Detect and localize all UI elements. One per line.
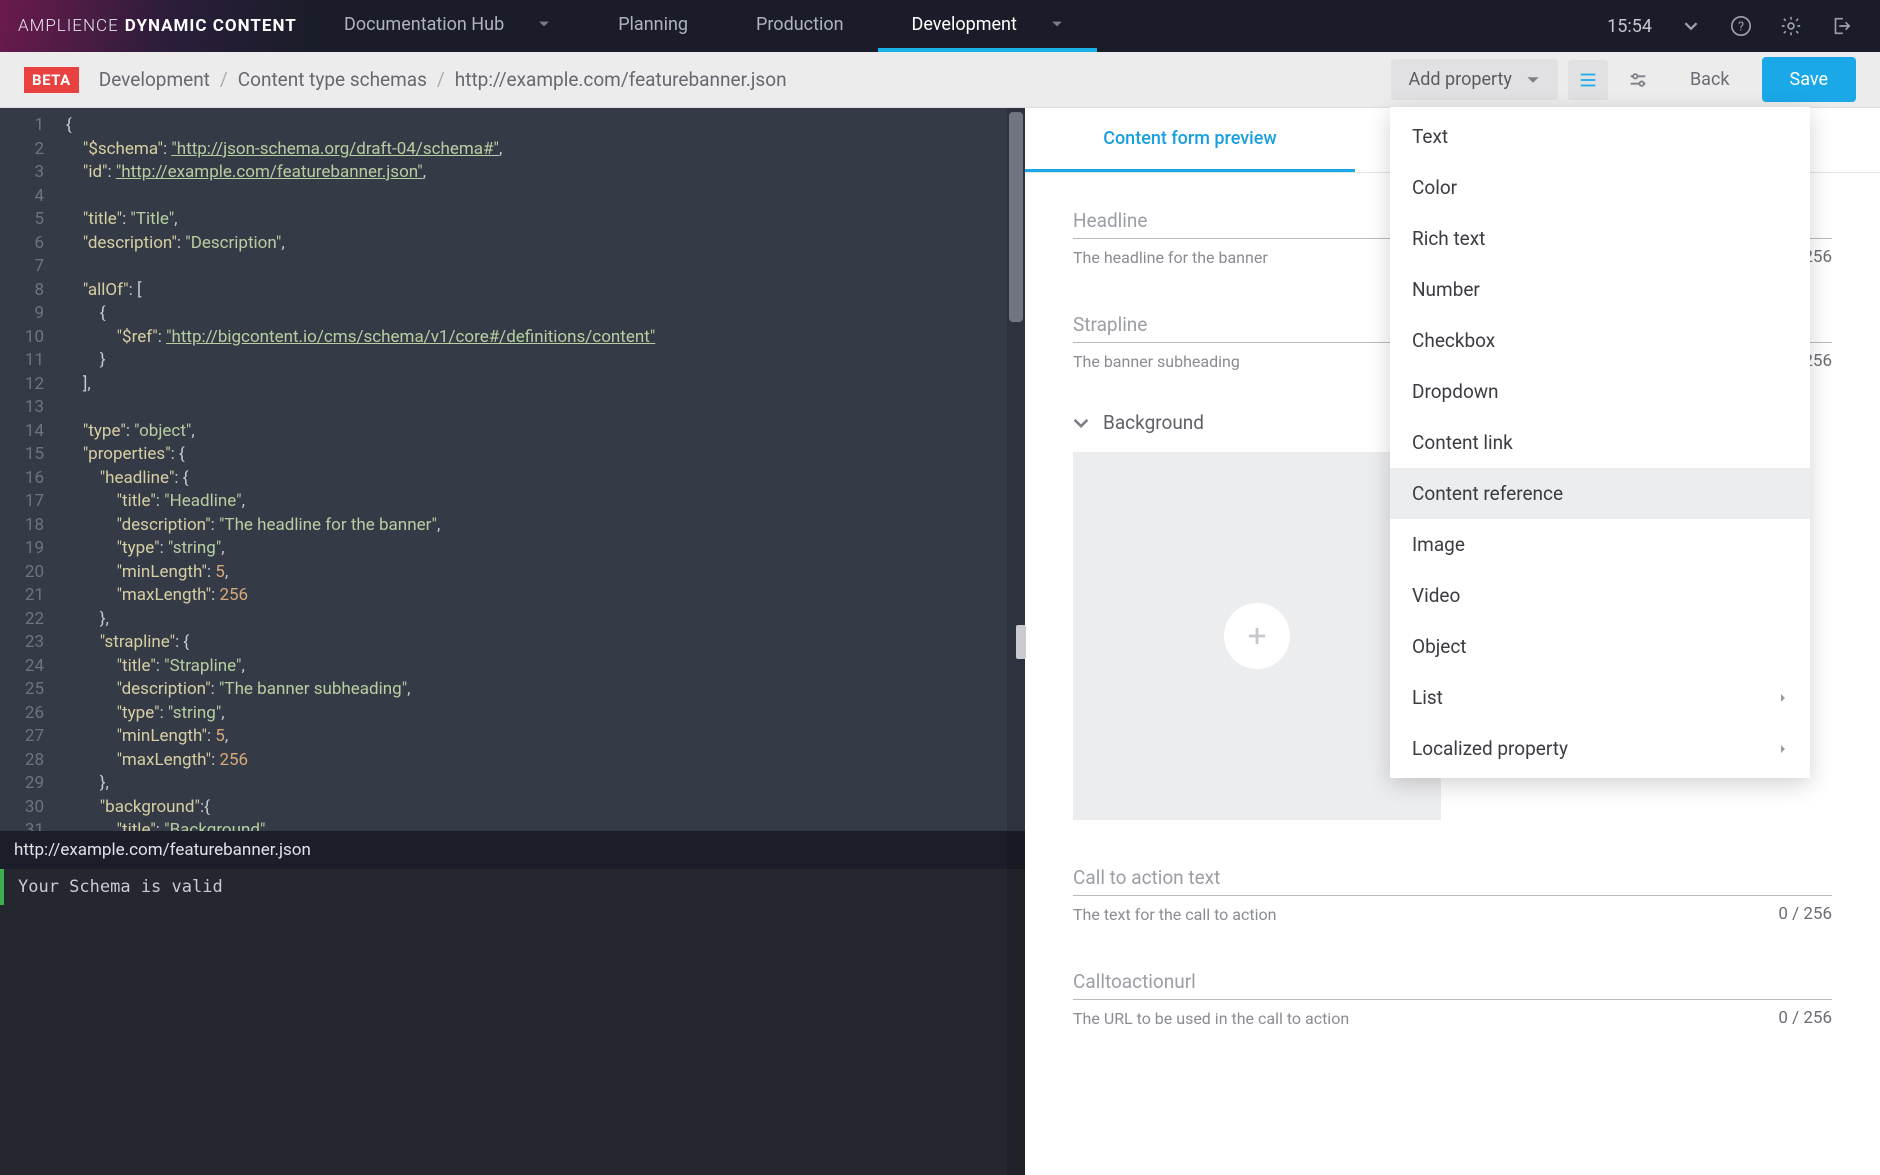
breadcrumb: Development / Content type schemas / htt… (99, 68, 787, 91)
validation-message: Your Schema is valid (0, 869, 1025, 905)
strapline-help: The banner subheading (1073, 352, 1240, 371)
field-cta-text: The text for the call to action 0 / 256 (1073, 860, 1832, 924)
nav-tab-label: Production (756, 14, 844, 35)
menu-item-label: Rich text (1412, 227, 1485, 250)
scrollbar-thumb[interactable] (1009, 112, 1023, 322)
line-gutter: 1234567891011121314151617181920212223242… (0, 108, 58, 831)
editor-scrollbar[interactable] (1007, 108, 1025, 831)
nav-right: 15:54 ? (1607, 15, 1880, 37)
caret-down-icon (1526, 73, 1540, 87)
background-dropzone[interactable] (1073, 452, 1441, 820)
brand-bold: DYNAMIC CONTENT (125, 16, 297, 36)
editor-bottom: http://example.com/featurebanner.json Yo… (0, 831, 1025, 1175)
crumb-schemas[interactable]: Content type schemas (238, 68, 427, 91)
svg-text:?: ? (1738, 20, 1744, 35)
cta-text-help: The text for the call to action (1073, 905, 1276, 924)
menu-item-label: Dropdown (1412, 380, 1499, 403)
chevron-right-icon (1778, 692, 1788, 704)
add-property-label: Add property (1409, 69, 1512, 90)
menu-item-color[interactable]: Color (1390, 162, 1810, 213)
menu-item-label: Text (1412, 125, 1448, 148)
menu-item-list[interactable]: List (1390, 672, 1810, 723)
tab-content-form-preview[interactable]: Content form preview (1025, 108, 1355, 172)
menu-item-label: Image (1412, 533, 1465, 556)
status-bar: http://example.com/featurebanner.json (0, 831, 1025, 869)
nav-tab-label: Development (912, 14, 1017, 35)
nav-tab-documentation-hub[interactable]: Documentation Hub (310, 0, 584, 52)
chevron-right-icon (1778, 743, 1788, 755)
form-view-icon[interactable] (1568, 60, 1608, 100)
menu-item-video[interactable]: Video (1390, 570, 1810, 621)
menu-item-label: Color (1412, 176, 1457, 199)
settings-sliders-icon[interactable] (1618, 60, 1658, 100)
code-content[interactable]: { "$schema": "http://json-schema.org/dra… (58, 108, 1025, 831)
menu-item-label: Content reference (1412, 482, 1563, 505)
cta-url-input[interactable] (1073, 964, 1832, 1000)
code-area[interactable]: 1234567891011121314151617181920212223242… (0, 108, 1025, 831)
menu-item-image[interactable]: Image (1390, 519, 1810, 570)
menu-item-rich-text[interactable]: Rich text (1390, 213, 1810, 264)
chevron-down-icon (538, 18, 550, 30)
chevron-down-icon[interactable] (1680, 15, 1702, 37)
menu-item-label: Localized property (1412, 737, 1568, 760)
chevron-down-icon (1073, 415, 1089, 431)
nav-tab-development[interactable]: Development (878, 0, 1097, 52)
sub-bar: BETA Development / Content type schemas … (0, 52, 1880, 108)
crumb-development[interactable]: Development (99, 68, 210, 91)
menu-item-label: Object (1412, 635, 1467, 658)
menu-item-label: Content link (1412, 431, 1513, 454)
brand-light: AMPLIENCE (18, 16, 119, 36)
nav-tab-label: Documentation Hub (344, 14, 504, 35)
background-title: Background (1103, 411, 1204, 434)
plus-icon (1243, 622, 1271, 650)
menu-item-checkbox[interactable]: Checkbox (1390, 315, 1810, 366)
field-cta-url: The URL to be used in the call to action… (1073, 964, 1832, 1028)
beta-badge: BETA (24, 67, 79, 93)
split-handle[interactable] (1016, 625, 1026, 659)
cta-text-input[interactable] (1073, 860, 1832, 896)
clock-time: 15:54 (1607, 16, 1652, 37)
cta-url-help: The URL to be used in the call to action (1073, 1009, 1349, 1028)
code-editor-pane: 1234567891011121314151617181920212223242… (0, 108, 1025, 1175)
brand-logo: AMPLIENCE DYNAMIC CONTENT (0, 0, 310, 52)
nav-tab-planning[interactable]: Planning (584, 0, 722, 52)
add-property-menu: Text Color Rich text Number Checkbox Dropdown… (1390, 107, 1810, 778)
gear-icon[interactable] (1780, 15, 1802, 37)
logout-icon[interactable] (1830, 15, 1852, 37)
status-file: http://example.com/featurebanner.json (14, 840, 311, 860)
back-button[interactable]: Back (1668, 69, 1752, 90)
menu-item-object[interactable]: Object (1390, 621, 1810, 672)
menu-item-number[interactable]: Number (1390, 264, 1810, 315)
editor-empty-area (0, 905, 1025, 1175)
cta-text-count: 0 / 256 (1778, 904, 1832, 924)
menu-item-label: List (1412, 686, 1443, 709)
headline-help: The headline for the banner (1073, 248, 1268, 267)
menu-item-label: Number (1412, 278, 1480, 301)
add-property-button[interactable]: Add property (1391, 59, 1558, 100)
menu-item-label: Video (1412, 584, 1460, 607)
crumb-file: http://example.com/featurebanner.json (455, 68, 787, 91)
nav-tab-label: Planning (618, 14, 688, 35)
crumb-sep: / (220, 68, 228, 91)
crumb-sep: / (437, 68, 445, 91)
cta-url-count: 0 / 256 (1778, 1008, 1832, 1028)
nav-tabs: Documentation Hub Planning Production Devel… (310, 0, 1097, 52)
save-button[interactable]: Save (1762, 57, 1857, 102)
top-nav: AMPLIENCE DYNAMIC CONTENT Documentation … (0, 0, 1880, 52)
menu-item-dropdown[interactable]: Dropdown (1390, 366, 1810, 417)
help-icon[interactable]: ? (1730, 15, 1752, 37)
menu-item-localized-property[interactable]: Localized property (1390, 723, 1810, 774)
chevron-down-icon (1051, 18, 1063, 30)
subbar-right: Add property Back Save (1391, 57, 1856, 102)
menu-item-text[interactable]: Text (1390, 111, 1810, 162)
add-image-button[interactable] (1224, 603, 1290, 669)
nav-tab-production[interactable]: Production (722, 0, 878, 52)
menu-item-label: Checkbox (1412, 329, 1495, 352)
menu-item-content-reference[interactable]: Content reference (1390, 468, 1810, 519)
menu-item-content-link[interactable]: Content link (1390, 417, 1810, 468)
